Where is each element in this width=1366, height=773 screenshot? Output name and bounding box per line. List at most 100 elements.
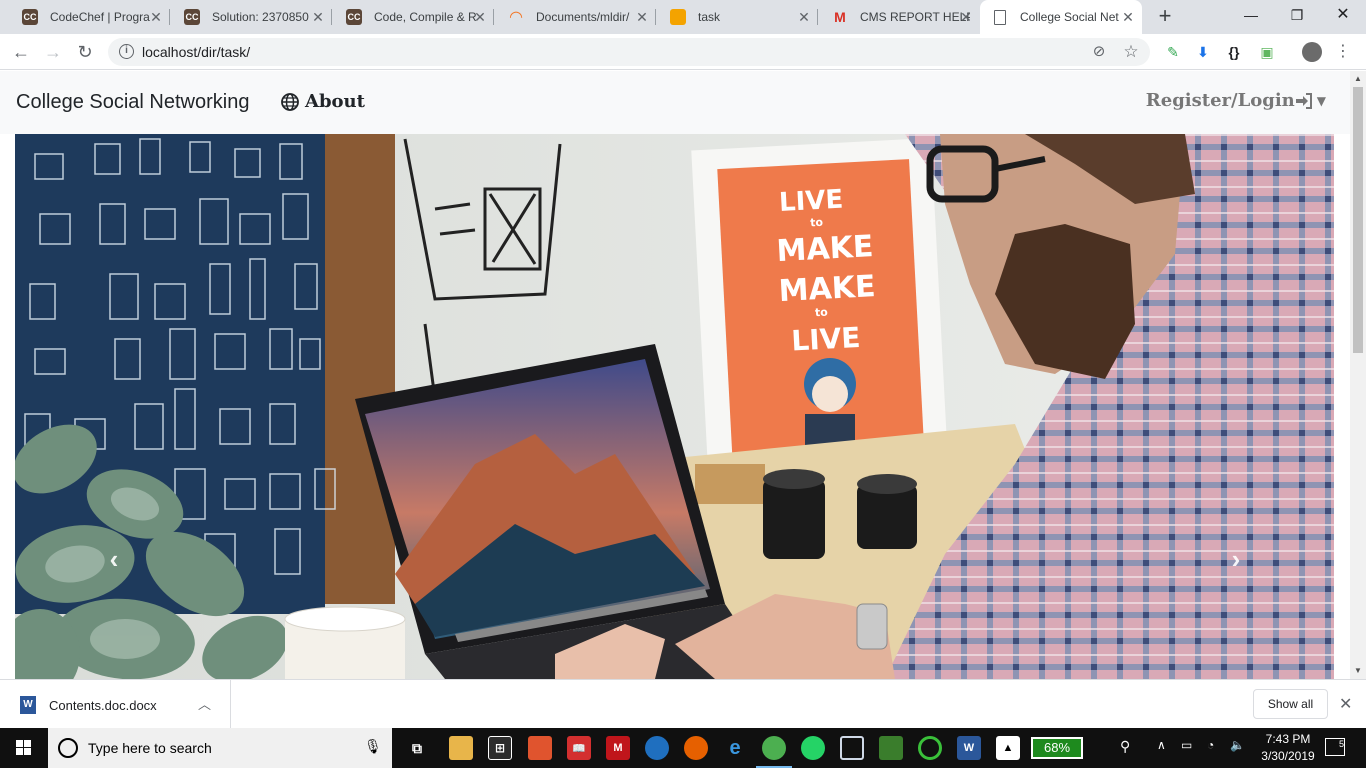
forward-button[interactable]: → [40, 39, 66, 65]
maximize-button[interactable]: ❐ [1274, 0, 1320, 30]
photos-icon[interactable]: ▲ [996, 736, 1020, 760]
close-tab-icon[interactable]: ✕ [310, 9, 326, 25]
close-tab-icon[interactable]: ✕ [472, 9, 488, 25]
browser-tab-active[interactable]: College Social Net ✕ [980, 0, 1142, 34]
browser-toolbar: ← → ↻ i localhost/dir/task/ ⊘ ☆ ✎ ⬇ {} ▣… [0, 34, 1366, 70]
about-link[interactable]: About [281, 91, 365, 112]
browser-tab[interactable]: task ✕ [656, 0, 818, 34]
windows-logo-icon [16, 740, 31, 755]
codechef-icon: CC [184, 9, 200, 25]
globe-icon [281, 92, 299, 111]
poster-word: to [815, 306, 829, 320]
site-navbar: College Social Networking About Register… [0, 71, 1350, 134]
scroll-up-icon[interactable]: ▲ [1350, 71, 1366, 87]
close-shelf-icon[interactable]: ✕ [1339, 694, 1352, 714]
3d-viewer-icon[interactable] [840, 736, 864, 760]
page-scrollbar[interactable]: ▲ ▼ [1350, 71, 1366, 679]
back-button[interactable]: ← [8, 39, 34, 65]
tab-title: CodeChef | Progra [50, 10, 150, 24]
action-center-icon[interactable]: 5 [1325, 738, 1345, 756]
carousel-next-button[interactable]: › [1224, 546, 1248, 572]
info-icon[interactable]: i [119, 44, 134, 59]
app-icon[interactable] [918, 736, 942, 760]
browser-tab[interactable]: CC Solution: 2370850 ✕ [170, 0, 332, 34]
clock-date: 3/30/2019 [1261, 749, 1315, 763]
bookmark-star-icon[interactable]: ☆ [1122, 43, 1140, 61]
about-label: About [305, 91, 365, 112]
minimize-button[interactable]: — [1228, 0, 1274, 30]
close-tab-icon[interactable]: ✕ [634, 9, 650, 25]
page-icon [994, 9, 1006, 25]
poster-word: MAKE [776, 229, 875, 269]
browser-tab[interactable]: ◠ Documents/mldir/ ✕ [494, 0, 656, 34]
chevron-up-icon[interactable]: ︿ [198, 694, 211, 713]
browser-tab[interactable]: CC Code, Compile & R ✕ [332, 0, 494, 34]
app-icon[interactable] [645, 736, 669, 760]
dropdown-caret-icon: ▼ [1316, 93, 1326, 108]
notebook-icon [670, 9, 686, 25]
search-placeholder: Type here to search [88, 740, 212, 756]
chrome-icon[interactable] [762, 736, 786, 760]
close-tab-icon[interactable]: ✕ [1120, 9, 1136, 25]
profile-avatar[interactable] [1302, 42, 1322, 62]
extension-eyedropper-icon[interactable]: ✎ [1164, 43, 1182, 61]
mcafee-icon[interactable]: M [606, 736, 630, 760]
url-text: localhost/dir/task/ [142, 44, 251, 60]
people-icon[interactable]: ⚲ [1120, 738, 1130, 755]
microphone-icon[interactable]: 🎙 [364, 738, 382, 755]
site-brand[interactable]: College Social Networking [16, 91, 249, 114]
poster-word: LIVE [791, 321, 862, 358]
register-login-dropdown[interactable]: Register/Login ▼ [1146, 90, 1326, 111]
file-explorer-icon[interactable] [449, 736, 473, 760]
close-tab-icon[interactable]: ✕ [148, 9, 164, 25]
reload-button[interactable]: ↻ [72, 39, 98, 65]
system-clock[interactable]: 7:43 PM 3/30/2019 [1255, 731, 1321, 765]
start-button[interactable] [0, 728, 48, 768]
wifi-icon[interactable]: ◔ [1207, 738, 1214, 752]
tab-title: CMS REPORT HELP [860, 10, 970, 24]
show-all-button[interactable]: Show all [1253, 689, 1328, 719]
close-window-button[interactable]: ✕ [1320, 0, 1366, 30]
edge-icon[interactable]: e [723, 736, 747, 760]
chrome-menu-icon[interactable]: ⋮ [1334, 43, 1352, 61]
blocked-content-icon[interactable]: ⊘ [1090, 43, 1108, 61]
extension-inbox-icon[interactable]: ▣ [1258, 43, 1276, 61]
battery-icon[interactable]: ▭ [1181, 738, 1192, 752]
task-view-icon[interactable]: ⧉ [405, 736, 429, 760]
browser-tab[interactable]: CC CodeChef | Progra ✕ [8, 0, 170, 34]
browser-tab[interactable]: M CMS REPORT HELP ✕ [818, 0, 980, 34]
carousel-slide-image: LIVE to MAKE MAKE to LIVE [15, 134, 1334, 679]
whatsapp-icon[interactable] [801, 736, 825, 760]
download-filename: Contents.doc.docx [49, 698, 157, 713]
app-icon[interactable] [528, 736, 552, 760]
clock-time: 7:43 PM [1265, 732, 1311, 746]
tab-title: Solution: 2370850 [212, 10, 309, 24]
download-item[interactable]: W Contents.doc.docx ︿ [0, 680, 231, 729]
word-document-icon: W [20, 696, 36, 714]
register-login-label: Register/Login [1145, 90, 1295, 111]
carousel-prev-button[interactable]: ‹ [102, 546, 126, 572]
app-icon[interactable] [879, 736, 903, 760]
scroll-down-icon[interactable]: ▼ [1350, 663, 1366, 679]
book-app-icon[interactable]: 📖 [567, 736, 591, 760]
scrollbar-thumb[interactable] [1353, 87, 1363, 353]
cortana-icon [58, 738, 78, 758]
hero-carousel: LIVE to MAKE MAKE to LIVE ‹ › [15, 134, 1334, 679]
chevron-up-icon[interactable]: ∧ [1157, 738, 1166, 752]
extension-json-icon[interactable]: {} [1225, 43, 1243, 61]
codechef-icon: CC [22, 9, 38, 25]
close-tab-icon[interactable]: ✕ [796, 9, 812, 25]
tab-title: task [698, 10, 721, 24]
battery-indicator[interactable]: 68% [1031, 737, 1083, 759]
store-icon[interactable]: ⊞ [488, 736, 512, 760]
extension-download-icon[interactable]: ⬇ [1194, 43, 1212, 61]
poster-word: LIVE [778, 185, 844, 218]
poster-word: to [810, 216, 824, 230]
firefox-icon[interactable] [684, 736, 708, 760]
taskbar-search-box[interactable]: Type here to search 🎙 [48, 728, 392, 768]
new-tab-button[interactable]: + [1154, 5, 1176, 28]
close-tab-icon[interactable]: ✕ [958, 9, 974, 25]
volume-icon[interactable]: 🔈 [1230, 738, 1245, 752]
address-bar[interactable]: i localhost/dir/task/ ⊘ ☆ [108, 38, 1150, 66]
word-icon[interactable]: W [957, 736, 981, 760]
